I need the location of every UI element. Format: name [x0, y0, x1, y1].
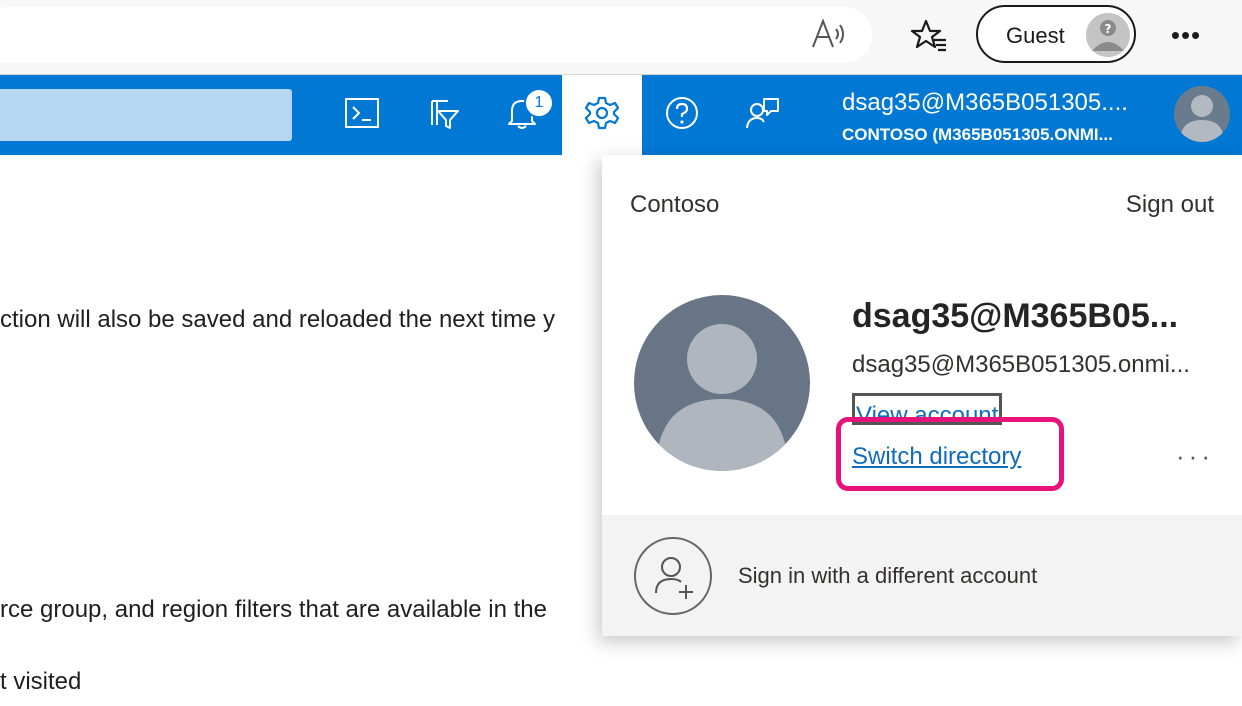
sign-in-different-account-button[interactable]: Sign in with a different account — [602, 515, 1242, 636]
help-button[interactable] — [642, 75, 722, 155]
settings-button[interactable] — [562, 75, 642, 155]
content-text-line: ction will also be saved and reloaded th… — [0, 306, 555, 333]
add-account-icon — [634, 537, 712, 615]
profile-display-name: dsag35@M365B05... — [852, 297, 1179, 335]
organization-name: Contoso — [630, 191, 720, 218]
content-text-line: rce group, and region filters that are a… — [0, 596, 547, 623]
guest-label: Guest — [1006, 23, 1065, 48]
sign-out-link[interactable]: Sign out — [1126, 191, 1214, 219]
account-tenant: CONTOSO (M365B051305.ONMI... — [842, 125, 1113, 144]
gear-icon — [584, 95, 620, 136]
content-text-line: t visited — [0, 668, 82, 695]
profile-avatar-icon — [634, 295, 810, 471]
directory-filter-icon — [424, 95, 460, 136]
more-icon[interactable]: ••• — [1162, 14, 1210, 56]
address-bar[interactable] — [0, 7, 872, 63]
portal-header: 1 dsag35@M365B051305.... CONTOSO (M365B0… — [0, 75, 1242, 155]
more-options-icon[interactable]: ··· — [1176, 441, 1214, 472]
switch-directory-highlight — [836, 417, 1064, 491]
feedback-icon — [744, 95, 780, 136]
cloud-shell-icon — [344, 97, 380, 134]
account-flyout: Contoso Sign out dsag35@M365B05... dsag3… — [602, 155, 1242, 636]
read-aloud-icon[interactable] — [810, 17, 850, 53]
favorites-icon[interactable] — [908, 16, 948, 56]
directory-filter-button[interactable] — [402, 75, 482, 155]
notifications-button[interactable]: 1 — [482, 75, 562, 155]
browser-toolbar: Guest ? ••• — [0, 0, 1242, 75]
cloud-shell-button[interactable] — [322, 75, 402, 155]
guest-profile-button[interactable]: Guest ? — [976, 5, 1136, 63]
guest-avatar-icon: ? — [1086, 13, 1130, 57]
notification-count-badge: 1 — [524, 88, 554, 118]
help-icon — [664, 95, 700, 136]
sign-in-different-account-label: Sign in with a different account — [738, 563, 1038, 588]
search-input[interactable] — [0, 89, 292, 141]
user-avatar-icon — [1174, 86, 1230, 142]
feedback-button[interactable] — [722, 75, 802, 155]
profile-email: dsag35@M365B051305.onmi... — [852, 351, 1190, 378]
svg-text:?: ? — [1105, 22, 1112, 36]
account-name: dsag35@M365B051305.... — [842, 89, 1128, 116]
